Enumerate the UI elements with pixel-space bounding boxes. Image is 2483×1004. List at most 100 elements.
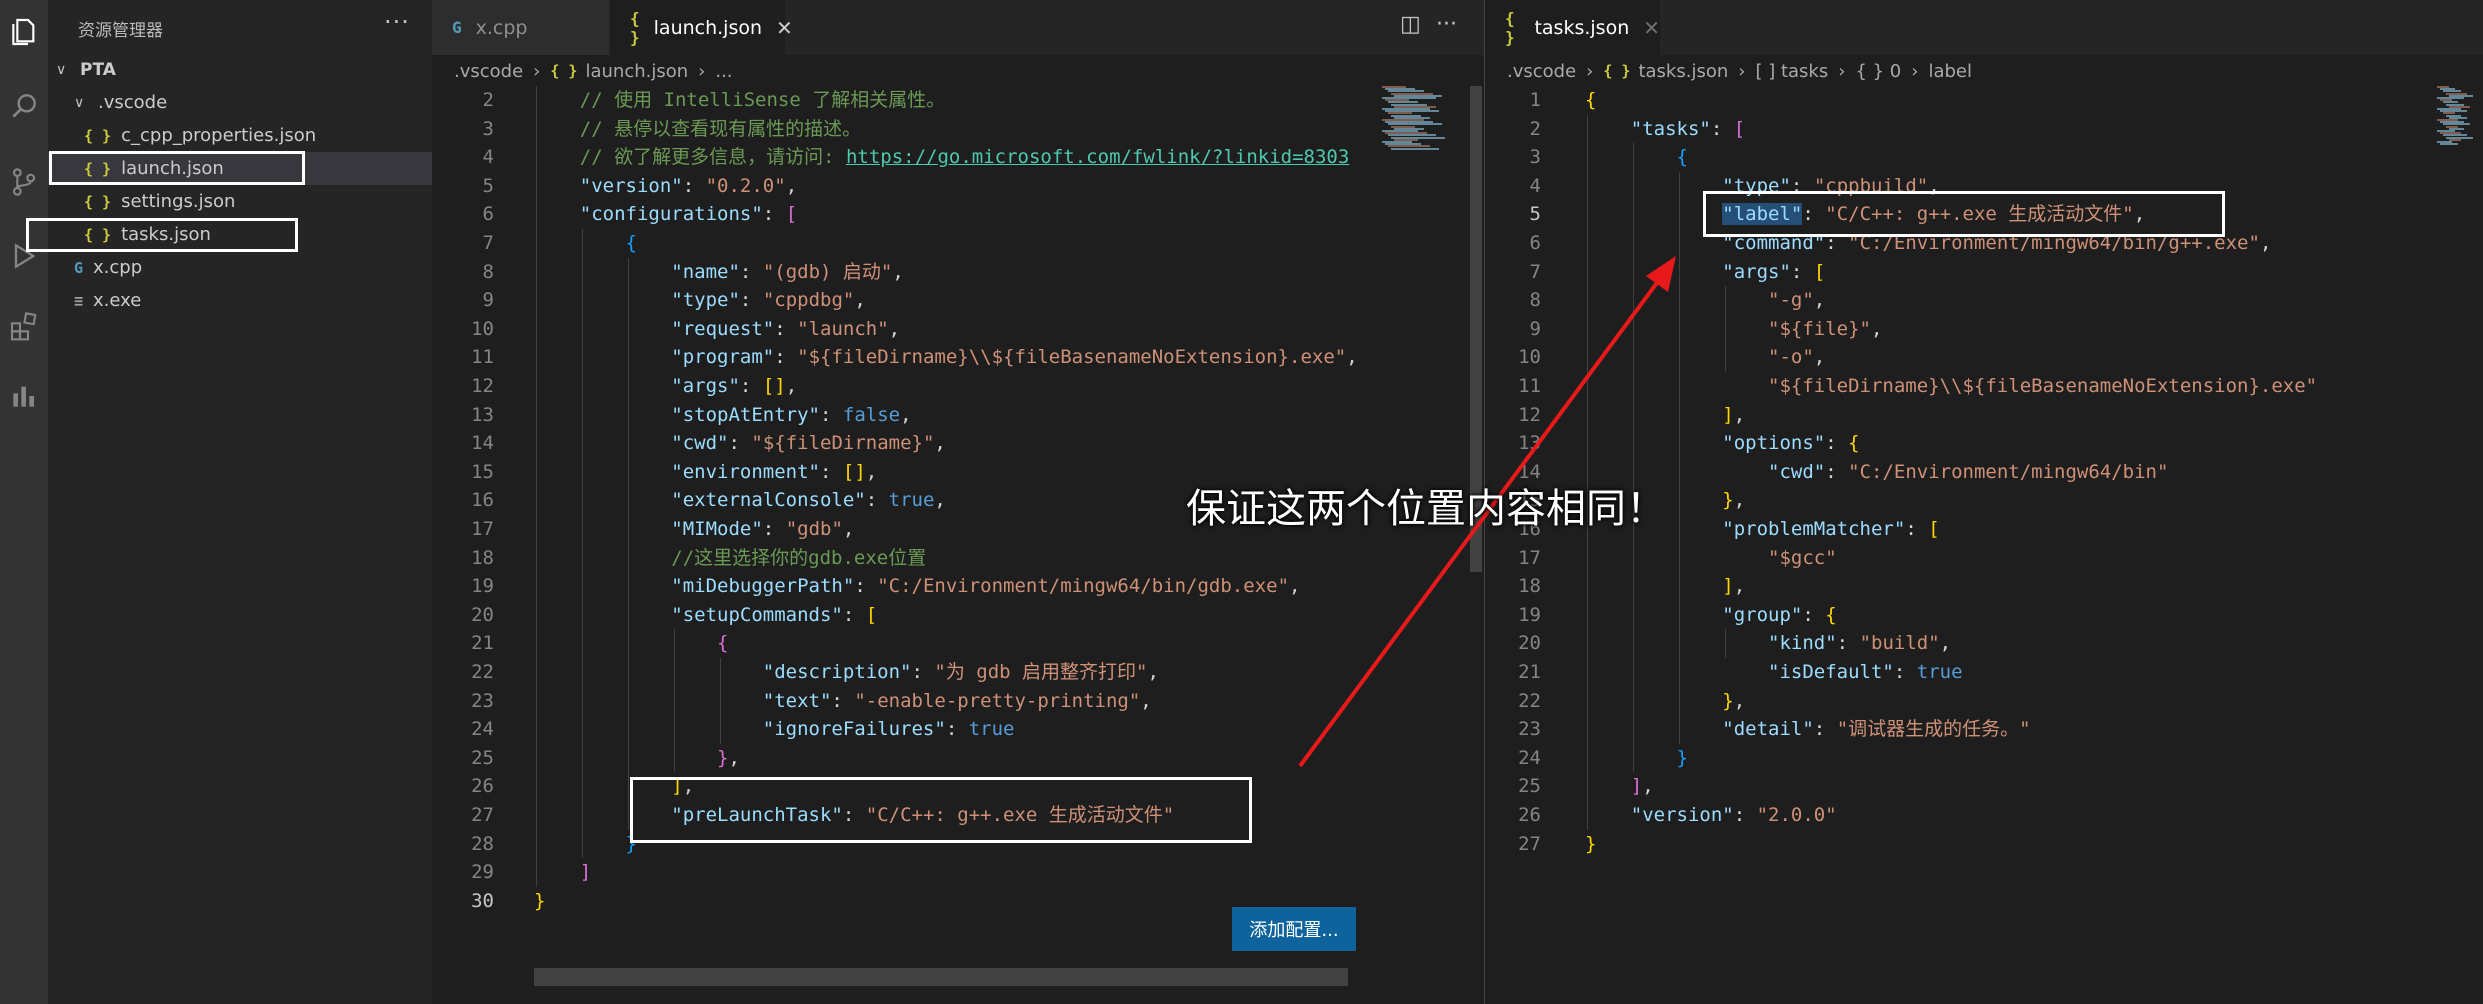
add-configuration-button[interactable]: 添加配置... <box>1232 907 1356 951</box>
line-number: 12 <box>471 375 494 397</box>
code-line[interactable]: 26 "version": "2.0.0" <box>1485 801 2425 830</box>
sidebar-item-settings[interactable]: { } settings.json <box>48 185 432 218</box>
code-text: // 欲了解更多信息，请访问: https://go.microsoft.com… <box>579 146 1350 169</box>
line-number: 11 <box>1518 375 1541 397</box>
sidebar-item-c-cpp-properties[interactable]: { } c_cpp_properties.json <box>48 119 432 152</box>
minimap[interactable] <box>2437 86 2477 146</box>
code-line[interactable]: 6 "configurations": [ <box>432 200 1376 229</box>
code-line[interactable]: 13 "options": { <box>1485 429 2425 458</box>
breadcrumb-item[interactable]: ... <box>715 61 732 82</box>
code-line[interactable]: 8 "-g", <box>1485 286 2425 315</box>
minimap[interactable] <box>1382 86 1462 150</box>
code-line[interactable]: 2 "tasks": [ <box>1485 115 2425 144</box>
code-line[interactable]: 24 } <box>1485 744 2425 773</box>
chart-icon[interactable] <box>0 372 48 420</box>
code-line[interactable]: 9 "${file}", <box>1485 315 2425 344</box>
code-line[interactable]: 9 "type": "cppdbg", <box>432 286 1376 315</box>
folder-pta[interactable]: ∨ PTA <box>48 53 432 86</box>
code-line[interactable]: 13 "stopAtEntry": false, <box>432 401 1376 430</box>
code-line[interactable]: 18 //这里选择你的gdb.exe位置 <box>432 544 1376 573</box>
code-line[interactable]: 3 { <box>1485 143 2425 172</box>
code-line[interactable]: 1{ <box>1485 86 2425 115</box>
tab-launch-json[interactable]: { } launch.json ✕ <box>610 0 793 55</box>
more-actions-icon[interactable]: ··· <box>384 8 410 36</box>
line-number: 19 <box>471 575 494 598</box>
line-number: 27 <box>471 804 494 826</box>
line-number: 10 <box>471 317 494 340</box>
json-icon: { } <box>84 192 112 211</box>
code-line[interactable]: 29 ] <box>432 858 1376 887</box>
indent-guide <box>628 257 629 830</box>
code-line[interactable]: 3 // 悬停以查看现有属性的描述。 <box>432 115 1376 144</box>
code-line[interactable]: 2 // 使用 IntelliSense 了解相关属性。 <box>432 86 1376 115</box>
code-line[interactable]: 10 "request": "launch", <box>432 315 1376 344</box>
more-actions-icon[interactable]: ··· <box>1436 12 1457 37</box>
line-number: 23 <box>471 689 494 712</box>
code-line[interactable]: 17 "$gcc" <box>1485 544 2425 573</box>
code-line[interactable]: 23 "text": "-enable-pretty-printing", <box>432 687 1376 716</box>
code-text: "configurations": [ <box>579 203 798 226</box>
code-line[interactable]: 11 "program": "${fileDirname}\\${fileBas… <box>432 343 1376 372</box>
code-line[interactable]: 27} <box>1485 830 2425 859</box>
tab-tasks-json[interactable]: { } tasks.json ✕ <box>1485 0 1661 55</box>
extensions-icon[interactable] <box>0 302 48 350</box>
breadcrumb-item[interactable]: [ ] tasks <box>1755 61 1828 82</box>
code-line[interactable]: 19 "group": { <box>1485 601 2425 630</box>
split-editor-icon[interactable]: ◫ <box>1400 12 1421 37</box>
line-number: 28 <box>471 832 494 855</box>
code-line[interactable]: 23 "detail": "调试器生成的任务。" <box>1485 715 2425 744</box>
code-line[interactable]: 25 ], <box>1485 772 2425 801</box>
code-line[interactable]: 24 "ignoreFailures": true <box>432 715 1376 744</box>
code-line[interactable]: 20 "kind": "build", <box>1485 629 2425 658</box>
search-icon[interactable] <box>0 82 48 130</box>
code-line[interactable]: 18 ], <box>1485 572 2425 601</box>
line-number: 20 <box>471 603 494 626</box>
breadcrumb-item[interactable]: .vscode <box>454 61 523 82</box>
sidebar-item-x-exe[interactable]: ≡ x.exe <box>48 284 432 317</box>
code-line[interactable]: 10 "-o", <box>1485 343 2425 372</box>
code-line[interactable]: 5 "version": "0.2.0", <box>432 172 1376 201</box>
tab-x-cpp[interactable]: G x.cpp <box>432 0 610 55</box>
code-text: "tasks": [ <box>1630 117 1746 140</box>
code-line[interactable]: 21 "isDefault": true <box>1485 658 2425 687</box>
code-line[interactable]: 11 "${fileDirname}\\${fileBasenameNoExte… <box>1485 372 2425 401</box>
code-text: ], <box>1722 403 1746 426</box>
code-line[interactable]: 25 }, <box>432 744 1376 773</box>
code-text: "environment": [], <box>671 460 878 483</box>
code-line[interactable]: 22 }, <box>1485 687 2425 716</box>
breadcrumb-item[interactable]: tasks.json <box>1638 61 1728 82</box>
close-icon[interactable]: ✕ <box>1643 16 1660 40</box>
line-number: 10 <box>1518 346 1541 369</box>
indent-guide <box>536 86 537 887</box>
breadcrumb-item[interactable]: launch.json <box>585 61 688 82</box>
line-number: 11 <box>471 346 494 369</box>
breadcrumb-item[interactable]: label <box>1928 61 1972 82</box>
code-text: "${file}", <box>1768 317 1883 340</box>
folder-vscode[interactable]: ∨ .vscode <box>48 86 432 119</box>
code-line[interactable]: 14 "cwd": "${fileDirname}", <box>432 429 1376 458</box>
horizontal-scrollbar[interactable] <box>534 968 1348 986</box>
code-line[interactable]: 7 "args": [ <box>1485 258 2425 287</box>
code-line[interactable]: 20 "setupCommands": [ <box>432 601 1376 630</box>
json-icon: { } <box>1603 62 1631 80</box>
code-line[interactable]: 19 "miDebuggerPath": "C:/Environment/min… <box>432 572 1376 601</box>
sidebar-item-label: x.exe <box>93 290 142 311</box>
code-line[interactable]: 21 { <box>432 629 1376 658</box>
json-icon: { } <box>1505 8 1515 47</box>
breadcrumb-item[interactable]: .vscode <box>1507 61 1576 82</box>
close-icon[interactable]: ✕ <box>776 16 793 40</box>
code-line[interactable]: 22 "description": "为 gdb 启用整齐打印", <box>432 658 1376 687</box>
source-control-icon[interactable] <box>0 158 48 206</box>
explorer-icon[interactable] <box>0 8 48 56</box>
code-line[interactable]: 4 // 欲了解更多信息，请访问: https://go.microsoft.c… <box>432 143 1376 172</box>
code-line[interactable]: 12 ], <box>1485 401 2425 430</box>
code-line[interactable]: 12 "args": [], <box>432 372 1376 401</box>
code-line[interactable]: 8 "name": "(gdb) 启动", <box>432 258 1376 287</box>
line-number: 2 <box>482 89 494 111</box>
sidebar-item-x-cpp[interactable]: G x.cpp <box>48 251 432 284</box>
code-text: { <box>1585 89 1597 111</box>
breadcrumb-item[interactable]: { } 0 <box>1855 61 1901 82</box>
minimap-line <box>2440 143 2458 146</box>
code-line[interactable]: 7 { <box>432 229 1376 258</box>
code-text: // 悬停以查看现有属性的描述。 <box>579 117 862 140</box>
